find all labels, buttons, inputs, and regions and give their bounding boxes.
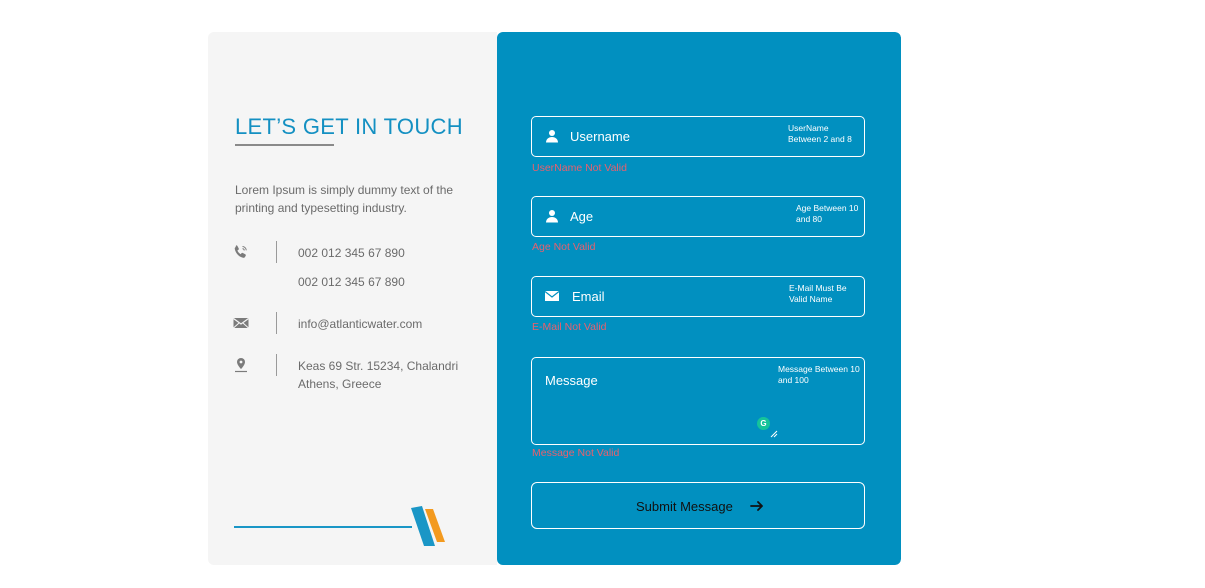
- title-underline: [235, 144, 334, 146]
- contact-description: Lorem Ipsum is simply dummy text of the …: [235, 183, 454, 215]
- phone-number-1: 002 012 345 67 890: [298, 246, 405, 260]
- message-error: Message Not Valid: [532, 447, 620, 459]
- user-icon: [545, 129, 561, 145]
- phone-number-2: 002 012 345 67 890: [298, 275, 405, 289]
- age-input[interactable]: [570, 197, 780, 236]
- email-input[interactable]: [572, 277, 782, 316]
- submit-label: Submit Message: [636, 499, 733, 514]
- username-error: UserName Not Valid: [532, 162, 627, 174]
- decorative-line: [234, 526, 412, 528]
- message-field: Message Between 10 and 100 G: [531, 357, 865, 445]
- info-divider: [276, 354, 277, 376]
- contact-form-panel: UserName Between 2 and 8 UserName Not Va…: [497, 32, 901, 565]
- message-input[interactable]: [545, 373, 765, 433]
- postal-address: Keas 69 Str. 15234, Chalandri Athens, Gr…: [298, 357, 458, 393]
- username-field: UserName Between 2 and 8: [531, 116, 865, 157]
- envelope-icon: [544, 289, 561, 305]
- envelope-icon: [233, 315, 251, 333]
- submit-message-button[interactable]: Submit Message: [531, 482, 865, 529]
- contact-info-panel: LET’S GET IN TOUCH Lorem Ipsum is simply…: [208, 32, 497, 565]
- age-error: Age Not Valid: [532, 241, 596, 253]
- email-hint: E-Mail Must Be Valid Name: [789, 283, 847, 304]
- map-pin-icon: [233, 357, 251, 375]
- email-error: E-Mail Not Valid: [532, 321, 607, 333]
- phone-numbers: 002 012 345 67 890 002 012 345 67 890: [298, 244, 405, 291]
- info-divider: [276, 312, 277, 334]
- section-title: LET’S GET IN TOUCH: [235, 114, 463, 139]
- phone-icon: [233, 244, 251, 262]
- resize-handle-icon[interactable]: [768, 428, 778, 438]
- address-line-2: Athens, Greece: [298, 377, 382, 391]
- message-hint: Message Between 10 and 100: [778, 364, 860, 385]
- brand-logo: [411, 506, 445, 546]
- info-divider: [276, 241, 277, 263]
- age-hint: Age Between 10 and 80: [796, 203, 859, 224]
- age-field: Age Between 10 and 80: [531, 196, 865, 237]
- username-input[interactable]: [570, 117, 780, 156]
- user-icon: [545, 209, 561, 225]
- contact-card: LET’S GET IN TOUCH Lorem Ipsum is simply…: [208, 32, 901, 565]
- address-line-1: Keas 69 Str. 15234, Chalandri: [298, 359, 459, 373]
- arrow-right-icon: [750, 501, 763, 511]
- username-hint: UserName Between 2 and 8: [788, 123, 852, 144]
- email-field: E-Mail Must Be Valid Name: [531, 276, 865, 317]
- email-address: info@atlanticwater.com: [298, 317, 423, 331]
